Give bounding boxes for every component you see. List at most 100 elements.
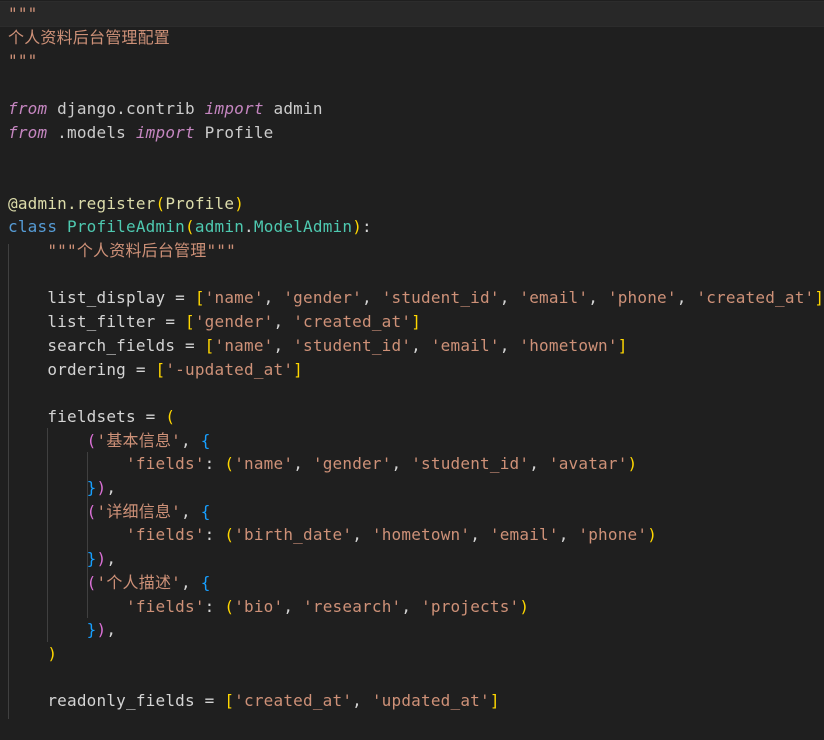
code-token: 'name' [214,335,274,355]
code-token: 'created_at' [234,691,353,711]
code-token: 'phone' [578,525,648,545]
code-line[interactable]: }), [8,618,116,642]
code-token: ' [171,501,182,521]
code-token: { [200,501,211,521]
code-token: , [181,572,201,592]
code-line[interactable]: list_filter = ['gender', 'created_at'] [8,310,421,334]
code-line[interactable]: readonly_fields = ['created_at', 'update… [8,689,500,713]
code-token: [ [224,691,235,711]
code-token: , [499,335,520,355]
code-token: list_filter = [8,312,185,332]
code-token: 'fields' [126,525,205,545]
code-token: ModelAdmin [253,217,353,237]
code-editor[interactable]: """ 个人资料后台管理配置 """ from django.contrib impo… [0,0,824,740]
code-token: [ [185,312,195,332]
code-token: ' [96,430,107,450]
code-token: [ [155,359,166,379]
code-token: ( [224,525,235,545]
code-line[interactable]: ordering = ['-updated_at'] [8,358,303,382]
code-token: ' [96,572,107,592]
code-token: readonly_fields = [8,691,225,711]
code-token: ( [86,430,97,450]
code-line[interactable]: @admin.register(Profile) [8,192,244,216]
code-line[interactable]: from django.contrib import admin [8,97,323,121]
code-line[interactable]: 'fields': ('name', 'gender', 'student_id… [8,452,637,476]
code-line[interactable]: fieldsets = ( [8,405,175,429]
code-line[interactable]: ) [8,642,57,666]
code-token: """ [8,4,38,23]
code-token: ) [96,620,107,640]
code-line[interactable]: ('个人描述', { [8,571,211,595]
code-token: 'gender' [194,312,274,332]
code-token: ) [519,596,530,616]
code-token: 'name' [204,288,264,308]
code-token: import [204,98,264,118]
code-token: , [352,525,372,545]
code-line[interactable]: list_display = ['name', 'gender', 'stude… [8,286,824,310]
code-token: 'avatar' [548,454,628,474]
code-token: 'hometown' [371,525,471,545]
code-line[interactable]: 'fields': ('birth_date', 'hometown', 'em… [8,523,657,547]
code-line[interactable]: """个人资料后台管理""" [8,239,236,263]
code-token: , [293,454,313,474]
code-line[interactable]: ('基本信息', { [8,429,211,453]
code-token: ( [155,193,166,213]
code-line[interactable]: """ [8,2,38,26]
code-token: , [181,501,201,521]
code-line[interactable]: search_fields = ['name', 'student_id', '… [8,334,628,358]
code-token: .models [47,122,136,142]
code-line[interactable]: """ [8,49,38,73]
code-token: , [588,288,608,308]
code-token: ordering = [8,359,156,379]
code-token: , [273,312,294,332]
code-token: 'gender' [283,288,363,308]
code-token: , [529,454,549,474]
code-token: ( [224,454,235,474]
code-line[interactable]: ('详细信息', { [8,500,211,524]
code-token: 'student_id' [381,288,500,308]
code-token: """ [8,51,38,71]
code-token: 'fields' [126,596,205,616]
code-token: 个人描述 [106,572,172,592]
code-token: Profile [194,122,274,142]
code-line[interactable]: 'fields': ('bio', 'research', 'projects'… [8,595,529,619]
code-token: import [135,122,195,142]
code-token: ) [96,549,107,569]
code-token: , [499,288,520,308]
code-token: , [106,549,117,569]
code-token: ] [411,312,422,332]
code-token: 基本信息 [106,430,172,450]
code-line[interactable]: }), [8,476,116,500]
code-token: ( [185,217,195,237]
code-token: 'email' [489,525,559,545]
code-token: ) [352,217,363,237]
code-token: admin [194,217,245,237]
code-token: , [676,288,697,308]
code-line[interactable]: 个人资料后台管理配置 [8,26,170,50]
code-token: 'fields' [126,454,205,474]
code-token: ) [647,525,658,545]
code-line[interactable]: class ProfileAdmin(admin.ModelAdmin): [8,215,372,239]
code-token: . [244,217,254,237]
code-token: Profile [165,193,235,213]
code-token: 'email' [430,335,500,355]
code-token: : [362,217,372,237]
code-line[interactable]: from .models import Profile [8,121,274,145]
code-token: ] [617,335,628,355]
code-token: 'created_at' [293,312,412,332]
code-line[interactable]: }), [8,547,116,571]
code-token: [ [194,288,205,308]
code-token: ) [47,643,58,663]
code-token: 'updated_at' [371,691,490,711]
code-token: ) [627,454,638,474]
active-line-highlight [0,1,824,27]
